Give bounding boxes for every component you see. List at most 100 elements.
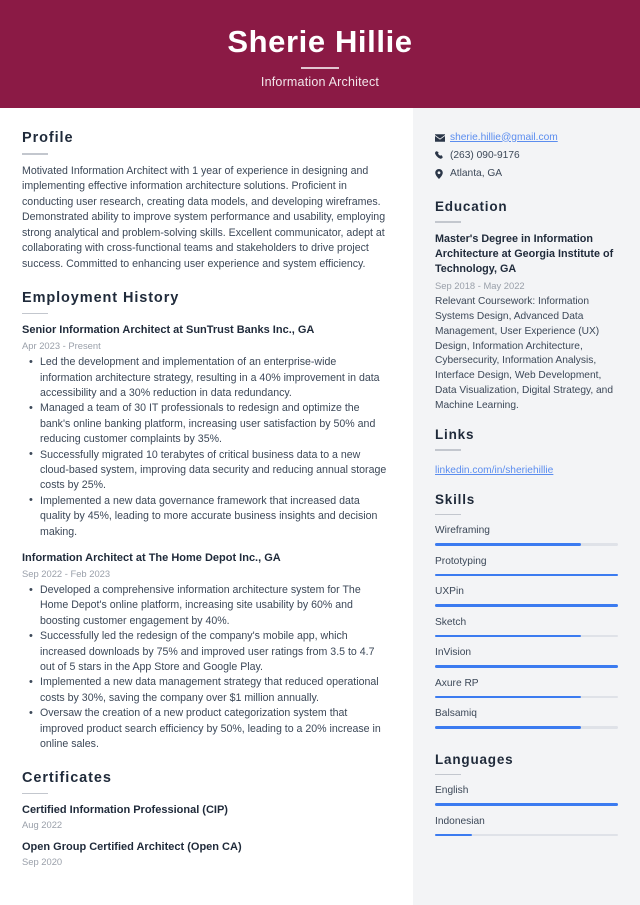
job-bullet: Managed a team of 30 IT professionals to… xyxy=(22,401,389,447)
skill-label: Sketch xyxy=(435,616,467,628)
skill-item: Sketch xyxy=(435,616,618,638)
skill-bar-fill xyxy=(435,695,582,699)
job-entry: Senior Information Architect at SunTrust… xyxy=(22,323,389,540)
skill-item: Axure RP xyxy=(435,677,618,699)
section-heading-employment: Employment History xyxy=(22,289,180,306)
education-degree: Master's Degree in Information Architect… xyxy=(435,232,614,275)
skill-bar-fill xyxy=(435,573,618,577)
job-title: Information Architect at The Home Depot … xyxy=(22,552,281,565)
section-heading-languages: Languages xyxy=(435,751,514,767)
job-bullet: Implemented a new data management strate… xyxy=(22,675,389,706)
skill-bar-track xyxy=(435,665,618,668)
skill-bar-track xyxy=(435,726,618,729)
section-heading-profile: Profile xyxy=(22,130,74,146)
contact-email-row: sherie.hillie@gmail.com xyxy=(435,130,618,145)
skill-label: InVision xyxy=(435,647,472,659)
phone-icon xyxy=(435,151,450,160)
skill-bar-fill xyxy=(435,665,618,668)
sidebar-column: sherie.hillie@gmail.com (263) 090-9176 A… xyxy=(413,108,640,905)
section-rule xyxy=(22,153,48,155)
contact-phone-row: (263) 090-9176 xyxy=(435,148,618,163)
skill-item: InVision xyxy=(435,646,618,668)
resume-body: Profile Motivated Information Architect … xyxy=(0,108,640,905)
section-links: Links linkedin.com/in/sheriehillie xyxy=(435,427,618,478)
section-rule xyxy=(435,513,461,516)
section-employment-history: Employment History Senior Information Ar… xyxy=(22,290,389,753)
profile-text: Motivated Information Architect with 1 y… xyxy=(22,164,386,271)
contact-location-row: Atlanta, GA xyxy=(435,166,618,181)
section-heading-links: Links xyxy=(435,427,475,443)
job-bullet: Led the development and implementation o… xyxy=(22,355,389,401)
skill-bar-track xyxy=(435,695,618,699)
skill-label: Axure RP xyxy=(435,677,479,689)
skill-bar-fill xyxy=(435,604,618,607)
envelope-icon xyxy=(435,133,450,142)
skill-item: Wireframing xyxy=(435,524,618,546)
skill-bar-fill xyxy=(435,543,582,546)
language-bar-track xyxy=(435,833,618,837)
section-profile: Profile Motivated Information Architect … xyxy=(22,130,389,273)
skill-label: Balsamiq xyxy=(435,708,477,720)
language-bar-fill xyxy=(435,803,618,806)
certificate-date: Sep 2020 xyxy=(22,856,63,867)
section-languages: Languages English Indonesian xyxy=(435,752,618,837)
job-entry: Information Architect at The Home Depot … xyxy=(22,551,389,752)
section-rule xyxy=(22,792,48,794)
header-job-title: Information Architect xyxy=(260,74,380,89)
job-bullets: Developed a comprehensive information ar… xyxy=(22,583,389,752)
certificate-entry: Certified Information Professional (CIP)… xyxy=(22,803,389,830)
resume-header: Sherie Hillie Information Architect xyxy=(0,0,640,108)
location-pin-icon xyxy=(435,168,450,179)
language-item: English xyxy=(435,784,618,806)
contact-email-text[interactable]: sherie.hillie@gmail.com xyxy=(450,131,558,145)
job-bullet: Successfully migrated 10 terabytes of cr… xyxy=(22,447,389,494)
contact-details: sherie.hillie@gmail.com (263) 090-9176 A… xyxy=(435,130,618,181)
job-bullet: Successfully led the redesign of the com… xyxy=(22,629,389,675)
job-date: Apr 2023 - Present xyxy=(22,340,101,352)
section-rule xyxy=(435,221,461,223)
skill-label: Prototyping xyxy=(435,555,487,567)
section-skills: Skills Wireframing Prototyping UXPin Ske… xyxy=(435,492,618,729)
section-rule xyxy=(435,449,461,451)
skill-item: Prototyping xyxy=(435,555,618,577)
job-bullet: Oversaw the creation of a new product ca… xyxy=(22,706,389,752)
language-item: Indonesian xyxy=(435,815,618,837)
skill-label: UXPin xyxy=(435,586,464,598)
skill-bar-track xyxy=(435,604,618,607)
job-bullets: Led the development and implementation o… xyxy=(22,355,389,540)
skill-item: UXPin xyxy=(435,585,618,607)
skill-bar-track xyxy=(435,634,618,638)
language-label: English xyxy=(435,785,469,797)
language-bar-track xyxy=(435,803,618,806)
job-title: Senior Information Architect at SunTrust… xyxy=(22,324,315,337)
certificate-name: Open Group Certified Architect (Open CA) xyxy=(22,841,242,853)
link-linkedin[interactable]: linkedin.com/in/sheriehillie xyxy=(435,464,553,478)
education-date: Sep 2018 - May 2022 xyxy=(435,280,525,292)
skill-item: Balsamiq xyxy=(435,707,618,729)
certificate-name: Certified Information Professional (CIP) xyxy=(22,804,228,816)
certificate-entry: Open Group Certified Architect (Open CA)… xyxy=(22,840,389,867)
job-bullet: Implemented a new data governance framew… xyxy=(22,493,389,540)
skill-bar-fill xyxy=(435,634,582,638)
contact-location-text: Atlanta, GA xyxy=(450,167,503,179)
section-certificates: Certificates Certified Information Profe… xyxy=(22,769,389,867)
section-heading-education: Education xyxy=(435,199,508,214)
job-bullet: Developed a comprehensive information ar… xyxy=(22,583,389,629)
language-bar-fill xyxy=(435,833,472,837)
section-heading-skills: Skills xyxy=(435,491,476,507)
job-date: Sep 2022 - Feb 2023 xyxy=(22,568,111,580)
section-rule xyxy=(435,773,461,776)
resume-page: Sherie Hillie Information Architect Prof… xyxy=(0,0,640,905)
section-education: Education Master's Degree in Information… xyxy=(435,199,618,413)
skill-bar-track xyxy=(435,543,618,546)
skill-bar-track xyxy=(435,573,618,577)
section-heading-certificates: Certificates xyxy=(22,769,112,786)
contact-phone-text: (263) 090-9176 xyxy=(450,149,520,161)
education-description: Relevant Coursework: Information Systems… xyxy=(435,296,614,411)
skill-label: Wireframing xyxy=(435,525,490,537)
certificate-date: Aug 2022 xyxy=(22,819,63,830)
